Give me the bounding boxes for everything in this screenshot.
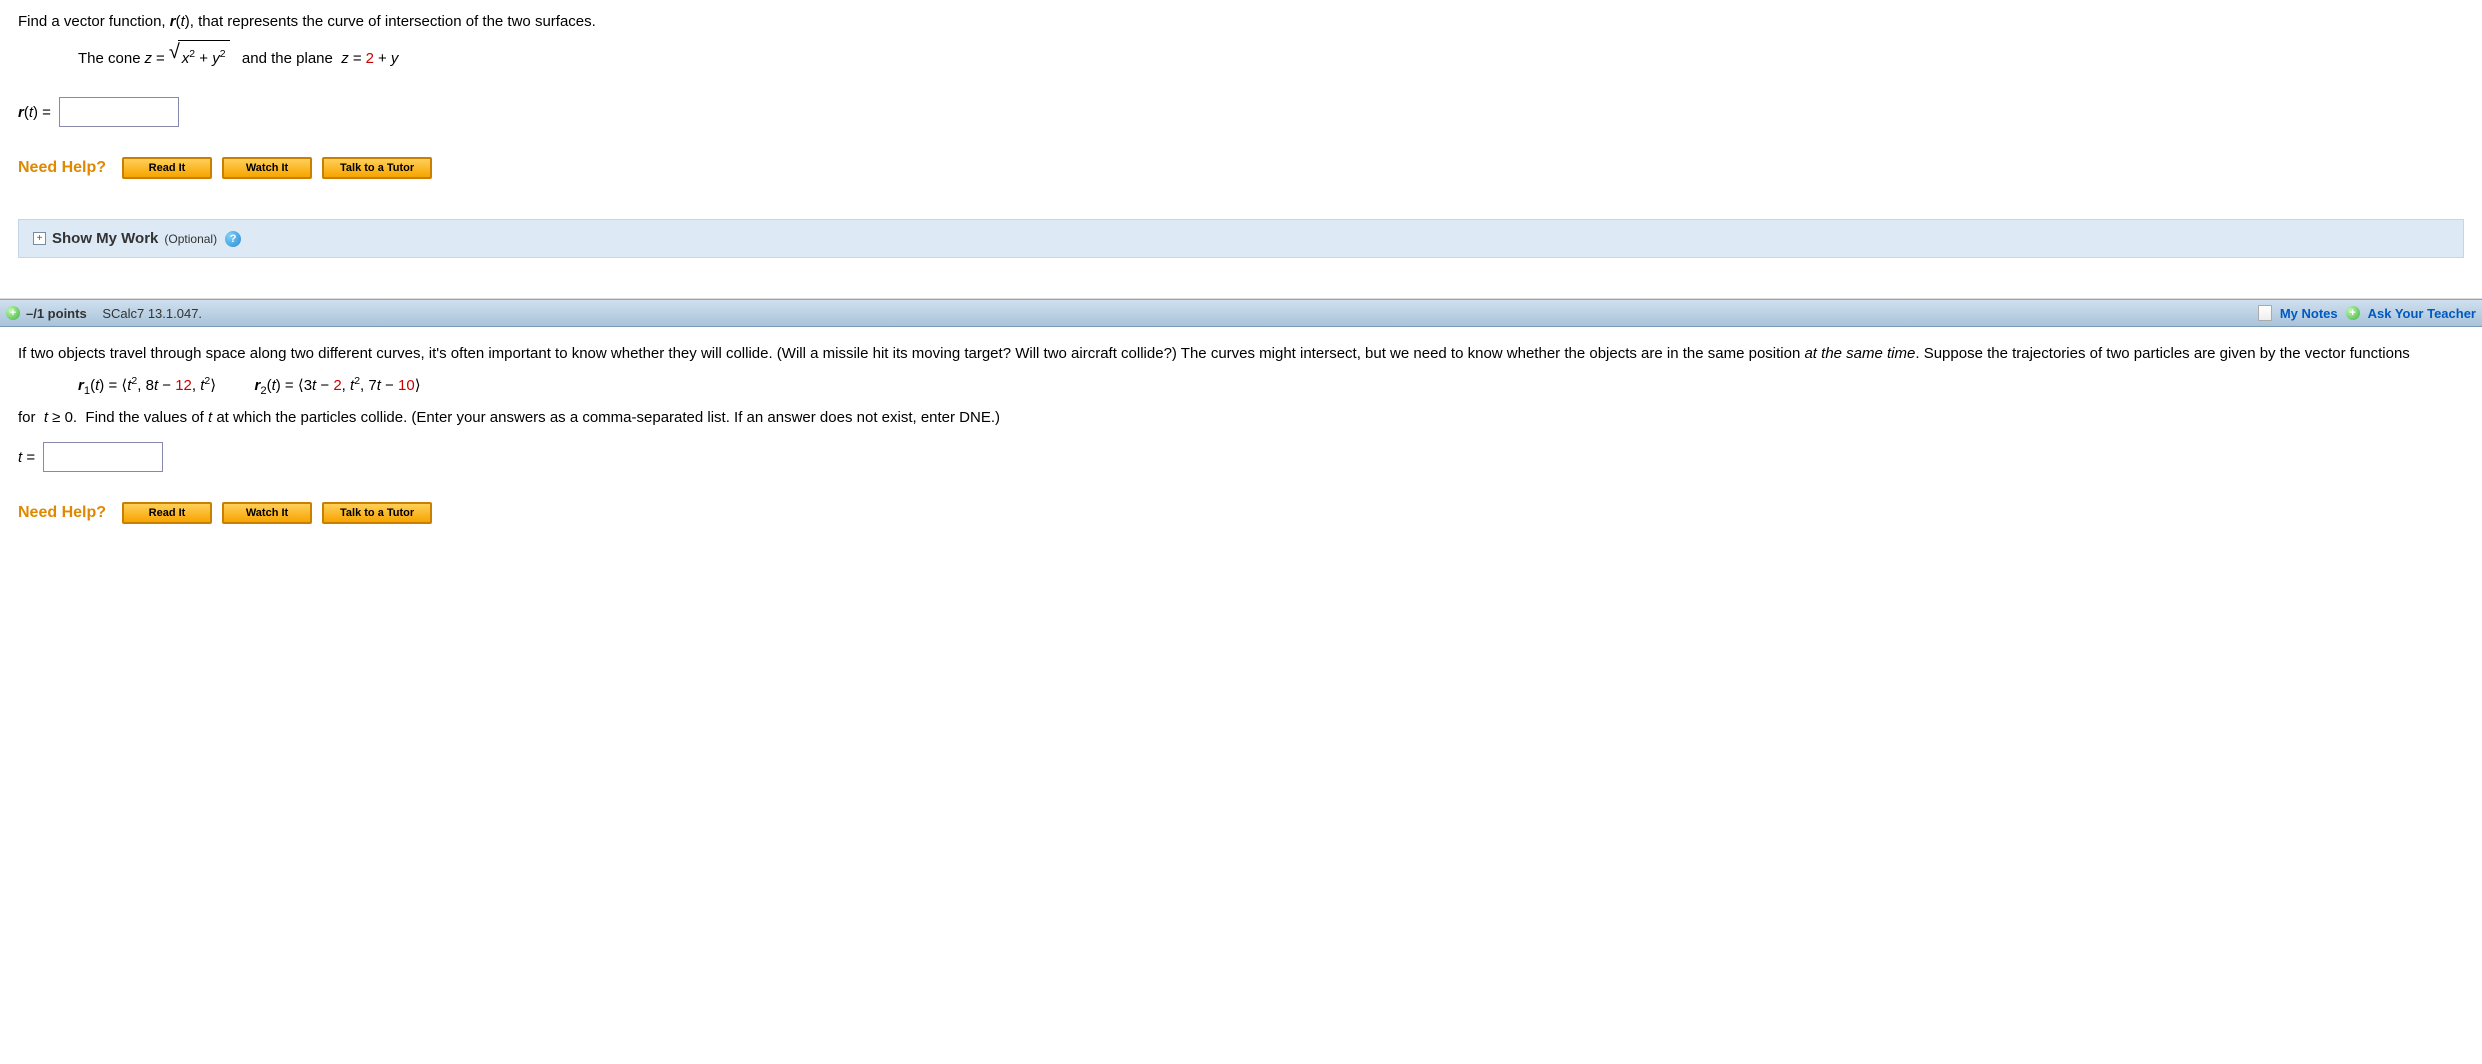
q2-answer-label: t =: [18, 449, 35, 466]
ask-plus-icon[interactable]: +: [2346, 306, 2360, 320]
question-2: If two objects travel through space alon…: [0, 327, 2482, 534]
r2-c3b: 10: [398, 377, 415, 394]
q2-answer-input[interactable]: [43, 442, 163, 472]
show-my-work-bar[interactable]: + Show My Work (Optional) ?: [18, 219, 2464, 258]
q1-answer-label: r(t) =: [18, 104, 51, 121]
need-help-label: Need Help?: [18, 159, 106, 177]
help-row-1: Need Help? Read It Watch It Talk to a Tu…: [18, 157, 2464, 179]
my-notes-link[interactable]: My Notes: [2280, 306, 2338, 321]
q2-header-left: + –/1 points SCalc7 13.1.047.: [6, 306, 202, 321]
watch-it-button[interactable]: Watch It: [222, 157, 312, 179]
r2-c3a: , 7t −: [360, 377, 398, 394]
q2-text-em: at the same time: [1804, 345, 1915, 362]
for-text-a: for t ≥ 0. Find the values of t at which…: [18, 409, 1000, 426]
q2-answer-row: t =: [18, 442, 2464, 472]
q1-prompt: Find a vector function, r(t), that repre…: [18, 10, 2464, 34]
need-help-label-2: Need Help?: [18, 504, 106, 522]
r1-arg: (t) =: [90, 377, 121, 394]
ask-teacher-link[interactable]: Ask Your Teacher: [2368, 306, 2476, 321]
plane-text: and the plane z =: [234, 41, 362, 77]
talk-to-tutor-button[interactable]: Talk to a Tutor: [322, 157, 432, 179]
expand-icon[interactable]: +: [33, 232, 46, 245]
question-id: SCalc7 13.1.047.: [102, 306, 202, 321]
rbracket-1: ⟩: [210, 378, 216, 394]
r1-c2b: 12: [175, 377, 192, 394]
cone-label: The cone: [78, 41, 141, 77]
q2-equations: r1(t) = ⟨t2, 8t − 12, t2⟩ r2(t) = ⟨3t − …: [78, 375, 2464, 397]
help-icon[interactable]: ?: [225, 231, 241, 247]
points-text: –/1 points: [26, 306, 87, 321]
r1-c2a: , 8t −: [137, 377, 175, 394]
r2-c1b: 2: [333, 377, 341, 394]
plane-rest: + y: [378, 41, 398, 77]
show-work-optional: (Optional): [164, 232, 217, 246]
notes-icon[interactable]: [2258, 305, 2272, 321]
q2-prompt: If two objects travel through space alon…: [18, 341, 2464, 367]
eq-sign-1: =: [156, 41, 165, 77]
r2-c1a: 3t −: [304, 377, 334, 394]
q1-equation: The cone z = √ x2 + y2 and the plane z =…: [78, 40, 2464, 77]
read-it-button-2[interactable]: Read It: [122, 502, 212, 524]
show-work-title: Show My Work: [52, 230, 158, 247]
sqrt-sign-icon: √: [169, 42, 180, 62]
r2-c2: , t: [342, 377, 355, 394]
sqrt-body: x2 + y2: [178, 40, 230, 77]
expand-question-icon[interactable]: +: [6, 306, 20, 320]
q2-text-b: . Suppose the trajectories of two partic…: [1915, 345, 2409, 362]
r1-c3: , t: [192, 377, 205, 394]
spacer: [93, 306, 97, 321]
cone-z: z: [145, 41, 153, 77]
q1-answer-input[interactable]: [59, 97, 179, 127]
q1-answer-row: r(t) =: [18, 97, 2464, 127]
r2-arg: (t) =: [267, 377, 298, 394]
q2-for-text: for t ≥ 0. Find the values of t at which…: [18, 405, 2464, 431]
sqrt: √ x2 + y2: [169, 40, 230, 77]
points-label: –/1 points: [26, 306, 87, 321]
plane-const: 2: [366, 41, 374, 77]
q2-text-a: If two objects travel through space alon…: [18, 345, 1804, 362]
q1-prompt-text-a: Find a vector function,: [18, 13, 170, 30]
watch-it-button-2[interactable]: Watch It: [222, 502, 312, 524]
talk-to-tutor-button-2[interactable]: Talk to a Tutor: [322, 502, 432, 524]
question-2-header: + –/1 points SCalc7 13.1.047. My Notes +…: [0, 299, 2482, 327]
read-it-button[interactable]: Read It: [122, 157, 212, 179]
question-1: Find a vector function, r(t), that repre…: [0, 0, 2482, 299]
q2-header-right: My Notes + Ask Your Teacher: [2258, 305, 2476, 321]
rbracket-2: ⟩: [415, 378, 421, 394]
q1-t-arg: (t), that represents the curve of inters…: [176, 13, 596, 30]
help-row-2: Need Help? Read It Watch It Talk to a Tu…: [18, 502, 2464, 524]
